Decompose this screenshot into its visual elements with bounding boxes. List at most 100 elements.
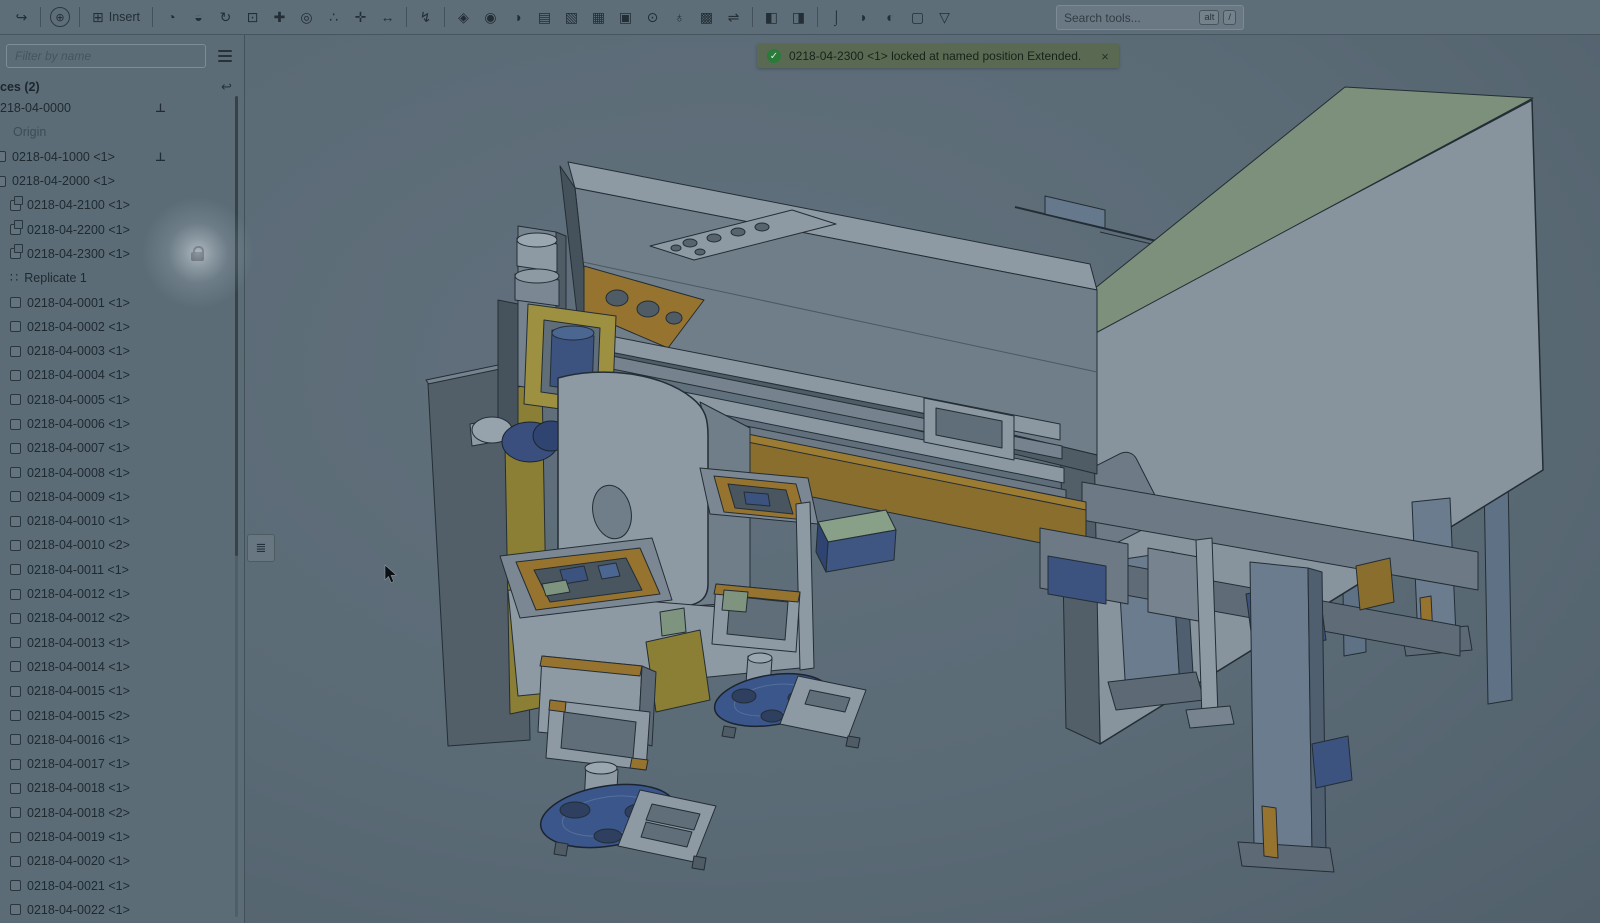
assembly-toolbar: ↪ ⊕ ⊞Insert ◔◒↻⊡✚◎∴✛↔ ↯ ◈◉◑▤▧▦▣⊙♁▩⇌ ◧◨ ⌡◗◐▢▽ Se… <box>0 0 1600 35</box>
tree-row[interactable]: Origin <box>0 120 244 144</box>
relation-icon[interactable]: ⇌ <box>720 5 747 29</box>
tree-row[interactable]: 0218-04-0006 <1> <box>0 412 244 436</box>
frame-icon[interactable]: ▢ <box>904 5 931 29</box>
measure-icon[interactable]: ⌡ <box>823 5 850 29</box>
filter-input[interactable]: Filter by name <box>6 44 206 68</box>
tree-row[interactable]: 0218-04-0008 <1> <box>0 460 244 484</box>
tree-row[interactable]: 0218-04-2200 <1> <box>0 217 244 241</box>
part-icon <box>10 467 21 478</box>
appearance-icon[interactable]: ◨ <box>785 5 812 29</box>
instance-label: 0218-04-0012 <2> <box>27 611 130 625</box>
orbit-icon[interactable]: ◎ <box>293 5 320 29</box>
list-options-icon[interactable] <box>218 50 232 62</box>
rotate-icon[interactable]: ↻ <box>212 5 239 29</box>
tree-row[interactable]: 0218-04-0016 <1> <box>0 728 244 752</box>
collapsed-panel-tab[interactable]: ≣ <box>247 534 275 562</box>
part-icon <box>10 564 21 575</box>
3d-model[interactable] <box>385 87 1543 872</box>
part-icon <box>10 783 21 794</box>
part-icon <box>10 686 21 697</box>
move-icon[interactable]: ✚ <box>266 5 293 29</box>
tree-row[interactable]: 0218-04-2000 <1> <box>0 169 244 193</box>
explode-icon[interactable]: ◈ <box>450 5 477 29</box>
part-icon <box>10 710 21 721</box>
instances-panel: Filter by name ces (2) ↩ 218-04-0000⊥ Ori… <box>0 34 245 923</box>
tree-row[interactable]: 0218-04-0002 <1> <box>0 315 244 339</box>
lock-icon[interactable] <box>191 252 204 261</box>
share-icon[interactable]: ↪ <box>8 5 35 29</box>
tree-row[interactable]: 0218-04-0003 <1> <box>0 339 244 363</box>
part-icon <box>10 321 21 332</box>
display-states-icon[interactable]: ◧ <box>758 5 785 29</box>
mate-icon[interactable]: ♁ <box>666 5 693 29</box>
translate-icon[interactable]: ✛ <box>347 5 374 29</box>
tree-row[interactable]: 0218-04-0015 <1> <box>0 679 244 703</box>
search-tools-input[interactable]: Search tools... alt / <box>1056 5 1244 30</box>
sidebar-scrollbar-thumb[interactable] <box>235 96 238 556</box>
instance-label: 0218-04-0012 <1> <box>27 587 130 601</box>
section-view-icon[interactable]: ◐ <box>877 5 904 29</box>
instance-label: 0218-04-2000 <1> <box>12 174 115 188</box>
hold-part-icon[interactable]: ▧ <box>558 5 585 29</box>
collapse-tree-icon[interactable]: ↩ <box>221 79 232 95</box>
part-icon <box>0 176 6 187</box>
tree-row[interactable]: 0218-04-0012 <2> <box>0 606 244 630</box>
rotate-box-icon[interactable]: ⊡ <box>239 5 266 29</box>
tree-row[interactable]: 0218-04-0005 <1> <box>0 388 244 412</box>
part-icon <box>10 394 21 405</box>
named-position-icon[interactable]: ◑ <box>504 5 531 29</box>
tree-row[interactable]: 0218-04-0012 <1> <box>0 582 244 606</box>
snap-icon[interactable]: ∴ <box>320 5 347 29</box>
close-icon[interactable]: × <box>1101 50 1109 63</box>
group-icon[interactable]: ▩ <box>693 5 720 29</box>
fix-part-icon[interactable]: ◒ <box>185 5 212 29</box>
fixed-ground-icon: ⊥ <box>155 101 166 115</box>
tree-row[interactable]: 0218-04-0007 <1> <box>0 436 244 460</box>
fit-width-icon[interactable]: ↔ <box>374 5 401 29</box>
subassembly-icon <box>10 200 21 211</box>
tree-row[interactable]: 0218-04-0010 <2> <box>0 533 244 557</box>
part-icon <box>10 904 21 915</box>
pattern-icon[interactable]: ▣ <box>612 5 639 29</box>
filter-view-icon[interactable]: ▽ <box>931 5 958 29</box>
drag-icon[interactable]: ↯ <box>412 5 439 29</box>
tree-row[interactable]: 0218-04-0013 <1> <box>0 631 244 655</box>
instance-label: Origin <box>13 125 46 139</box>
tree-row[interactable]: 0218-04-0014 <1> <box>0 655 244 679</box>
sync-icon[interactable]: ⊕ <box>50 7 70 27</box>
part-icon <box>10 832 21 843</box>
tree-row[interactable]: 0218-04-0001 <1> <box>0 290 244 314</box>
tree-row[interactable]: 0218-04-0020 <1> <box>0 849 244 873</box>
tree-row[interactable]: 0218-04-2300 <1> <box>0 242 244 266</box>
mate-connector-icon[interactable]: ⊙ <box>639 5 666 29</box>
tree-row[interactable]: 0218-04-0021 <1> <box>0 874 244 898</box>
history-icon[interactable]: ◔ <box>158 5 185 29</box>
animate-icon[interactable]: ◉ <box>477 5 504 29</box>
tree-row[interactable]: 0218-04-0022 <1> <box>0 898 244 922</box>
tree-row[interactable]: 0218-04-0011 <1> <box>0 558 244 582</box>
insert-button[interactable]: ⊞Insert <box>85 5 147 29</box>
tree-row[interactable]: 0218-04-0010 <1> <box>0 509 244 533</box>
bom-icon[interactable]: ▤ <box>531 5 558 29</box>
tree-row[interactable]: 0218-04-0004 <1> <box>0 363 244 387</box>
toolbar-separator <box>444 7 445 27</box>
toolbar-separator <box>79 7 80 27</box>
subassembly-icon <box>10 224 21 235</box>
part-icon <box>10 759 21 770</box>
instance-label: 0218-04-0020 <1> <box>27 854 130 868</box>
instances-header: ces (2) ↩ <box>0 77 244 97</box>
tree-row[interactable]: 0218-04-0019 <1> <box>0 825 244 849</box>
toolbar-separator <box>40 7 41 27</box>
tree-row[interactable]: 0218-04-0015 <2> <box>0 703 244 727</box>
tree-row[interactable]: 0218-04-0009 <1> <box>0 485 244 509</box>
tree-row[interactable]: ∷Replicate 1 <box>0 266 244 290</box>
tree-row[interactable]: 218-04-0000⊥ <box>0 96 244 120</box>
tree-row[interactable]: 0218-04-0018 <2> <box>0 801 244 825</box>
comment-icon[interactable]: ◗ <box>850 5 877 29</box>
instance-label: 0218-04-0014 <1> <box>27 660 130 674</box>
tree-row[interactable]: 0218-04-0018 <1> <box>0 776 244 800</box>
tree-row[interactable]: 0218-04-2100 <1> <box>0 193 244 217</box>
tree-row[interactable]: 0218-04-1000 <1>⊥ <box>0 145 244 169</box>
table-icon[interactable]: ▦ <box>585 5 612 29</box>
tree-row[interactable]: 0218-04-0017 <1> <box>0 752 244 776</box>
